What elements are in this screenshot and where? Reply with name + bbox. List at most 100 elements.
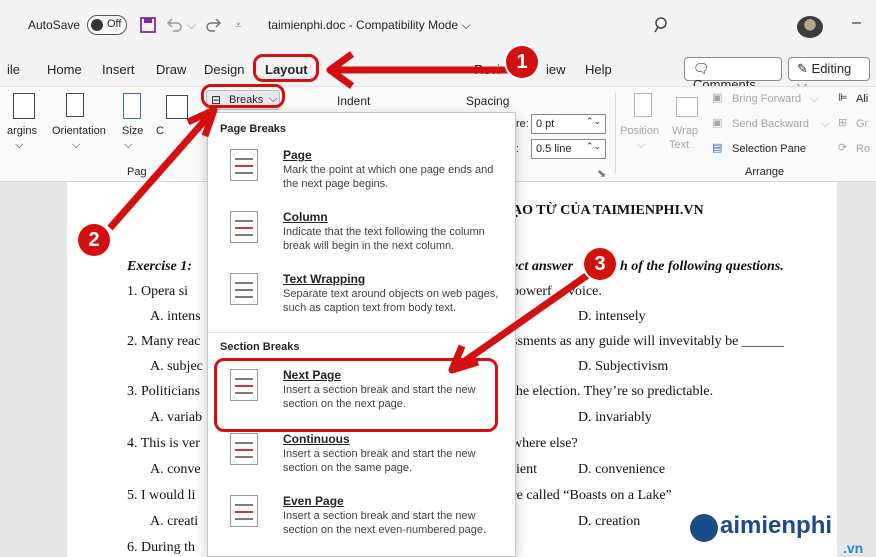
answer-2a: A. subjec — [150, 359, 203, 374]
answer-1a: A. intens — [150, 309, 201, 324]
watermark-tld: .vn — [843, 540, 864, 556]
pencil-icon: ✎ — [797, 61, 808, 76]
exercise-label: Exercise 1: — [127, 259, 192, 274]
break-column-item[interactable]: Column Indicate that the text following … — [208, 205, 515, 267]
break-page-item[interactable]: Page Mark the point at which one page en… — [208, 143, 515, 205]
page-breaks-heading: Page Breaks — [220, 123, 287, 135]
answer-4c: ient — [516, 462, 537, 477]
answer-4d: D. convenience — [578, 462, 666, 477]
margins-icon[interactable] — [13, 93, 35, 119]
columns-icon[interactable] — [166, 95, 188, 119]
spacing-before-label: re: — [516, 118, 529, 130]
taimienphi-logo-icon — [690, 514, 718, 542]
tab-insert[interactable]: Insert — [102, 62, 135, 77]
doc-heading: ẠO TỪ CỦA TAIMIENPHI.VN — [512, 203, 704, 218]
rotate-button[interactable]: Ro — [856, 143, 870, 155]
wrap-label[interactable]: Wrap — [672, 125, 698, 137]
exercise-instruction-2: h of the following questions. — [620, 259, 784, 274]
question-1-right: powerf — [512, 284, 552, 299]
dialog-launcher-icon[interactable]: ⬊ — [597, 167, 606, 180]
break-even-page-desc: Insert a section break and start the new… — [283, 510, 487, 536]
avatar[interactable] — [797, 16, 823, 38]
document-title[interactable]: taimienphi.doc - Compatibility Mode ⌵ — [268, 18, 471, 33]
break-continuous-title: Continuous — [283, 432, 350, 446]
title-bar: AutoSave Off ⌵ ⩡ taimienphi.doc - Compat… — [0, 0, 876, 52]
align-icon: ⊫ — [838, 92, 848, 104]
selection-pane-button[interactable]: Selection Pane — [732, 143, 806, 155]
orientation-label[interactable]: Orientation — [52, 125, 106, 137]
search-icon[interactable] — [654, 17, 670, 33]
size-icon[interactable] — [123, 93, 141, 119]
tab-file[interactable]: ile — [7, 62, 20, 77]
spacing-after-input[interactable]: 0.5 line ⌃⌄ — [531, 139, 606, 159]
redo-icon[interactable] — [205, 17, 223, 33]
minimize-icon[interactable]: – — [852, 14, 861, 32]
question-4: 4. This is ver — [127, 436, 200, 451]
break-continuous-desc: Insert a section break and start the new… — [283, 448, 476, 474]
arrange-group-label: Arrange — [745, 166, 785, 178]
bring-forward-icon: ▣ — [712, 92, 723, 104]
answer-5d: D. creation — [578, 514, 641, 529]
size-label[interactable]: Size — [122, 125, 143, 137]
page-break-icon — [230, 149, 258, 181]
undo-icon[interactable] — [165, 17, 183, 33]
tab-home[interactable]: Home — [47, 62, 82, 77]
bring-forward-button[interactable]: Bring Forward — [732, 93, 801, 105]
spacing-label: Spacing — [466, 94, 510, 108]
customize-icon[interactable]: ⩡ — [235, 18, 242, 33]
break-text-wrapping-desc: Separate text around objects on web page… — [283, 288, 499, 314]
spacing-before-input[interactable]: 0 pt ⌃⌄ — [531, 114, 606, 134]
answer-3d: D. invariably — [578, 410, 652, 425]
question-2-right: ssments as any guide will invevitably be… — [512, 334, 784, 349]
page-setup-group-label: Pag — [127, 166, 147, 178]
spinner-icon[interactable]: ⌃⌄ — [586, 141, 601, 152]
highlight-layout-tab — [253, 54, 319, 82]
tab-design[interactable]: Design — [204, 62, 244, 77]
columns-label[interactable]: C — [156, 125, 164, 137]
highlight-next-page — [214, 358, 498, 432]
answer-4a: A. conve — [150, 462, 201, 477]
break-continuous-item[interactable]: Continuous Insert a section break and st… — [208, 427, 515, 489]
save-icon[interactable] — [140, 17, 156, 33]
rotate-icon: ⟳ — [838, 142, 848, 154]
even-page-icon — [230, 495, 258, 527]
section-breaks-heading: Section Breaks — [220, 341, 300, 353]
tab-draw[interactable]: Draw — [156, 62, 186, 77]
spinner-icon[interactable]: ⌃⌄ — [586, 116, 601, 127]
orientation-icon[interactable] — [66, 93, 84, 117]
chevron-down-icon[interactable]: ⌵ — [15, 139, 23, 152]
menu-separator — [208, 332, 515, 333]
break-text-wrapping-item[interactable]: Text Wrapping Separate text around objec… — [208, 267, 515, 329]
chevron-down-icon[interactable]: ⌵ — [637, 139, 645, 152]
tab-help[interactable]: Help — [585, 62, 612, 77]
continuous-icon — [230, 433, 258, 465]
autosave-toggle[interactable]: Off — [87, 15, 127, 35]
tab-view[interactable]: iew — [546, 62, 566, 77]
chevron-down-icon[interactable]: ⌵ — [821, 118, 829, 131]
watermark-brand: aimienphi — [720, 512, 833, 539]
question-1: 1. Opera si — [127, 284, 189, 299]
group-button[interactable]: Gr — [856, 118, 868, 130]
comments-button[interactable]: 🗨 Comments — [684, 57, 782, 92]
step-badge-1: 1 — [506, 46, 538, 78]
comment-icon: 🗨 — [693, 61, 710, 76]
position-icon[interactable] — [634, 93, 652, 117]
chevron-down-icon[interactable]: ⌵ — [124, 139, 132, 152]
answer-3a: A. variab — [150, 410, 203, 425]
align-button[interactable]: Ali — [856, 93, 868, 105]
question-2: 2. Many reac — [127, 334, 201, 349]
break-even-page-item[interactable]: Even Page Insert a section break and sta… — [208, 489, 515, 551]
editing-button[interactable]: ✎ Editing ⌵ — [788, 57, 870, 92]
chevron-down-icon[interactable]: ⌵ — [72, 139, 80, 152]
exercise-instruction: ect answer — [512, 259, 574, 274]
column-break-icon — [230, 211, 258, 243]
question-6: 6. During th — [127, 540, 196, 555]
undo-chevron-icon[interactable]: ⌵ — [187, 18, 196, 33]
wrap-text-icon[interactable] — [676, 97, 698, 117]
tab-review[interactable]: Revi — [474, 62, 500, 77]
margins-label[interactable]: argins — [7, 125, 37, 137]
chevron-down-icon[interactable]: ⌵ — [810, 93, 818, 106]
wrap-label-2[interactable]: Text — [669, 139, 689, 151]
position-label[interactable]: Position — [620, 125, 659, 137]
send-backward-button[interactable]: Send Backward — [732, 118, 809, 130]
